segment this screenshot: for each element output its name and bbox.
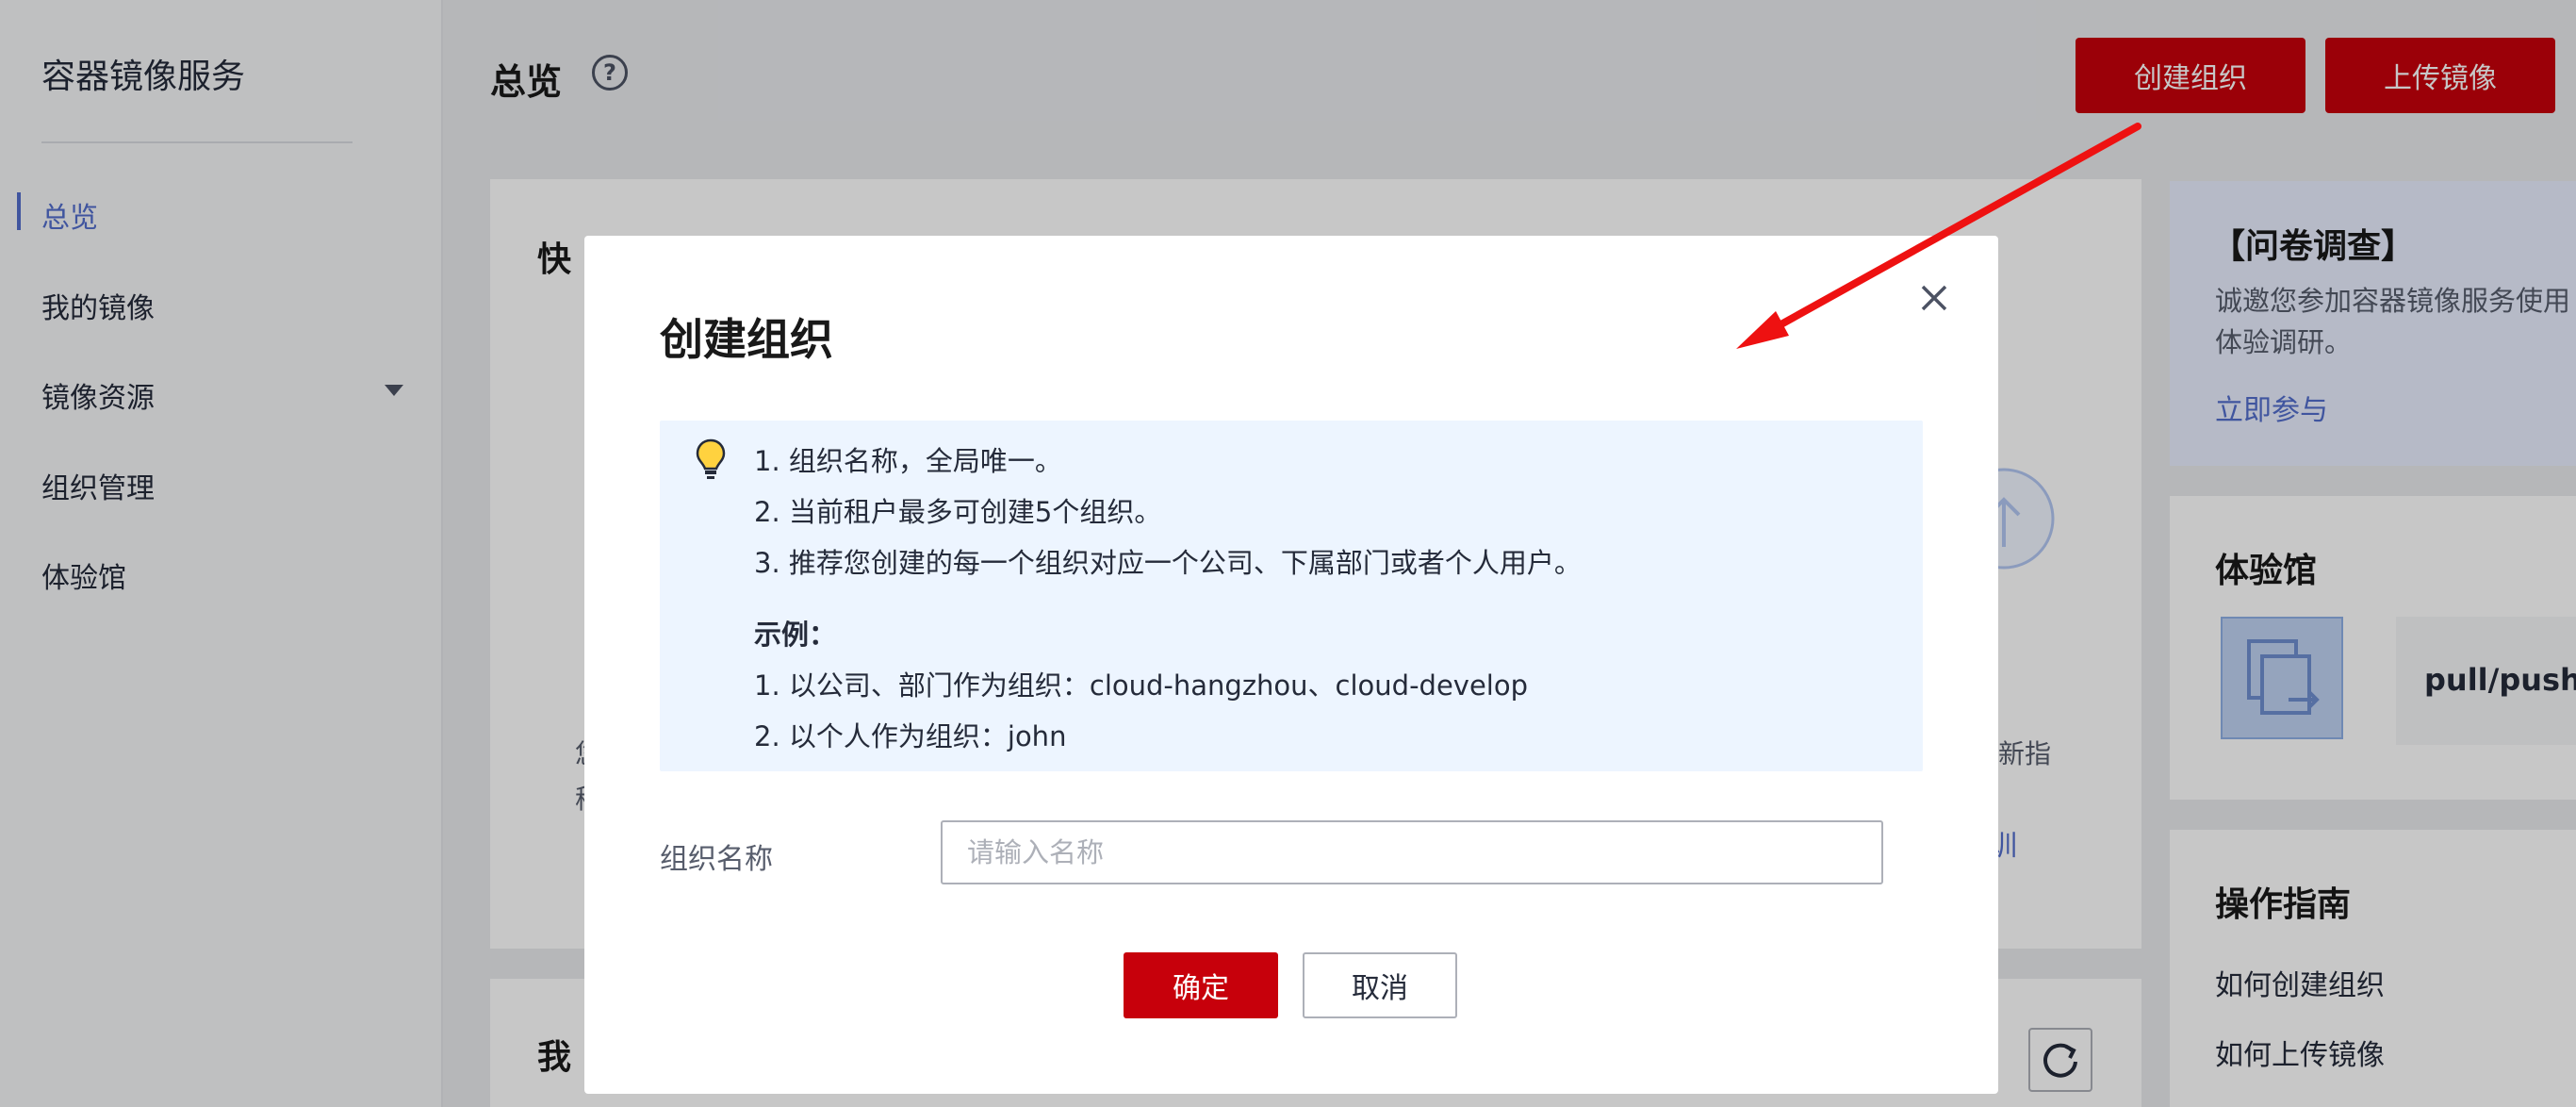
lightbulb-icon [696,438,726,479]
create-org-dialog: 创建组织 1. 组织名称，全局唯一。 2. 当前租户最多可创建5个组织。 3. … [584,236,1998,1094]
tip-line: 2. 当前租户最多可创建5个组织。 [754,496,1162,528]
org-name-label: 组织名称 [660,843,773,876]
example-title: 示例： [754,619,837,651]
tips-panel: 1. 组织名称，全局唯一。 2. 当前租户最多可创建5个组织。 3. 推荐您创建… [660,421,1923,771]
dialog-title: 创建组织 [660,314,833,365]
tip-line: 1. 组织名称，全局唯一。 [754,445,1062,477]
example-line: 1. 以公司、部门作为组织：cloud-hangzhou、cloud-devel… [754,669,1529,702]
example-line: 2. 以个人作为组织：john [754,720,1067,752]
org-name-input[interactable] [941,820,1883,884]
tip-line: 3. 推荐您创建的每一个组织对应一个公司、下属部门或者个人用户。 [754,547,1582,579]
cancel-button[interactable]: 取消 [1303,952,1457,1018]
close-icon[interactable] [1915,279,1953,317]
confirm-button[interactable]: 确定 [1124,952,1278,1018]
